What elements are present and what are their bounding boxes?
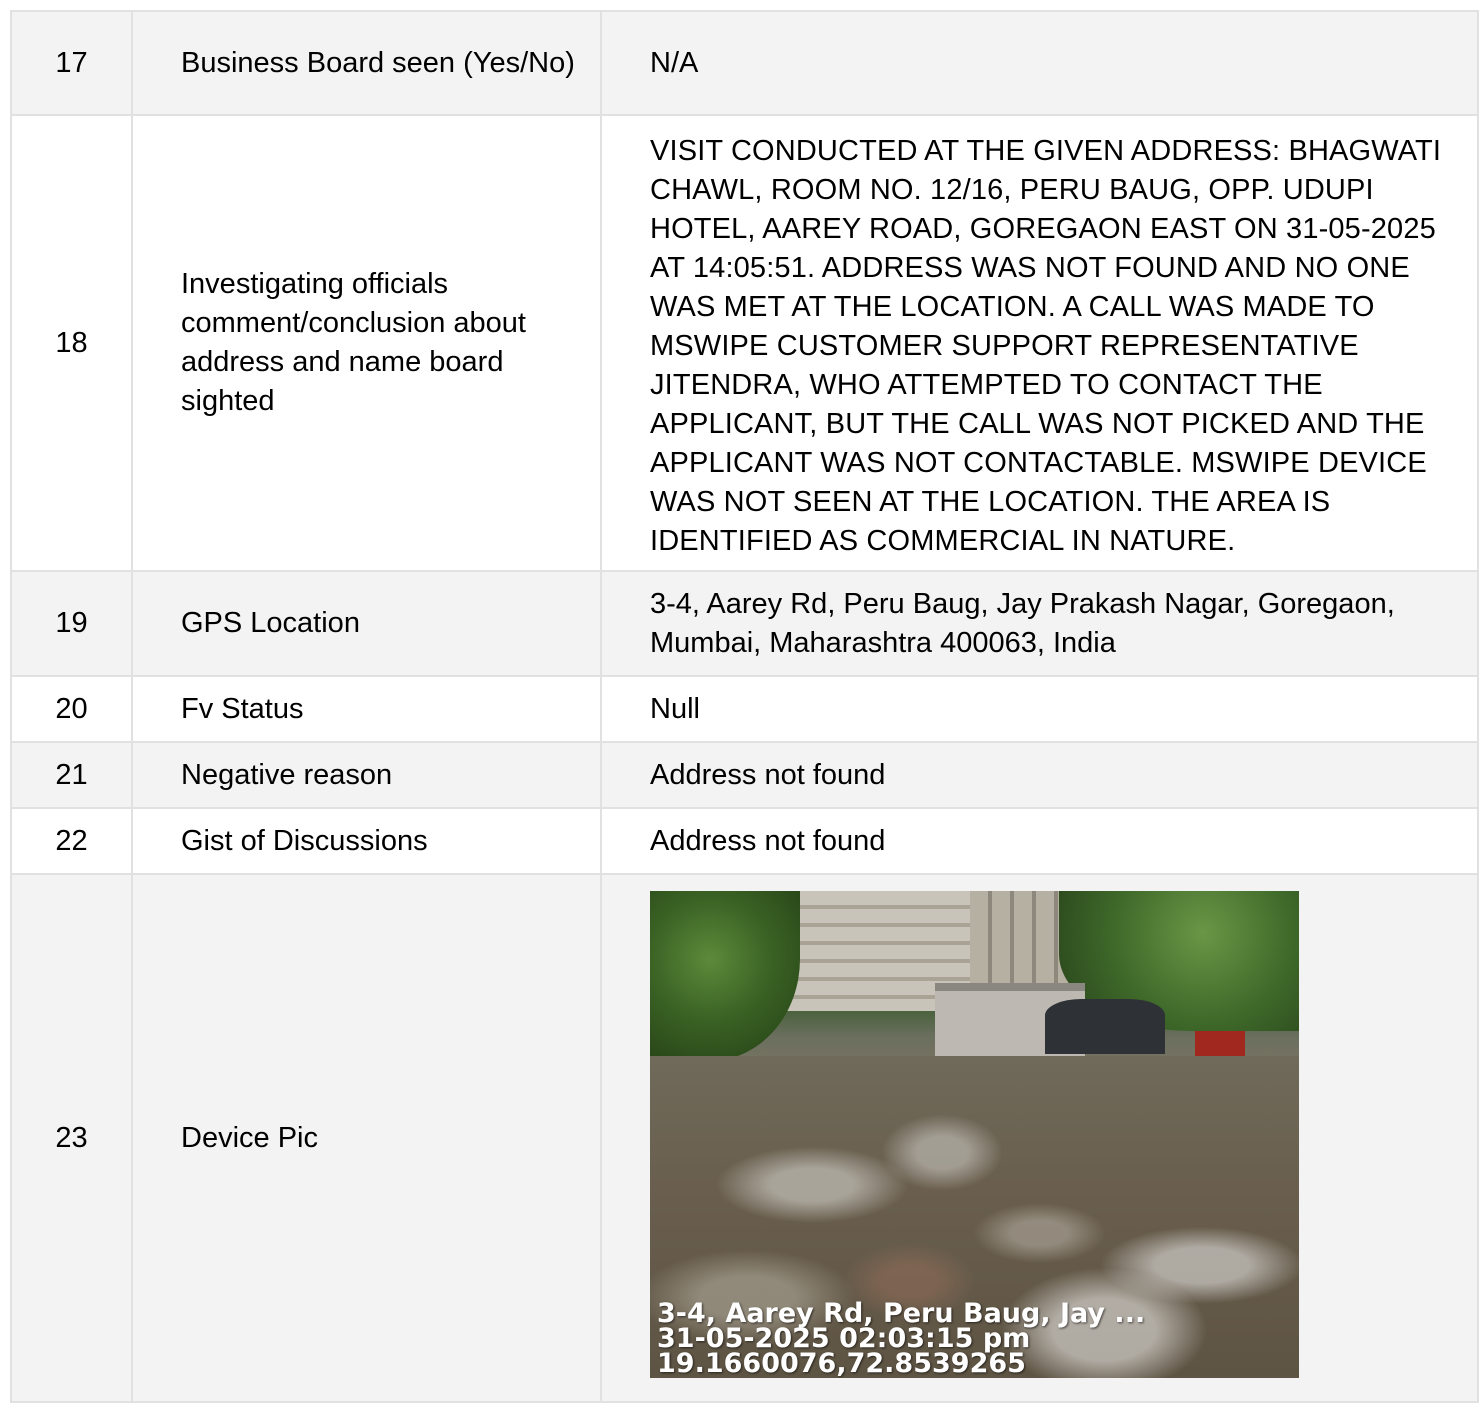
- row-value: N/A: [600, 10, 1479, 116]
- row-label: Business Board seen (Yes/No): [131, 10, 602, 116]
- table-row: 20 Fv Status Null: [10, 675, 1479, 743]
- photo-geotag-stamp: 3-4, Aarey Rd, Peru Baug, Jay ... 31-05-…: [657, 1300, 1145, 1378]
- row-value: Address not found: [600, 807, 1479, 875]
- device-photo: 3-4, Aarey Rd, Peru Baug, Jay ... 31-05-…: [650, 891, 1299, 1378]
- table-row: 19 GPS Location 3-4, Aarey Rd, Peru Baug…: [10, 570, 1479, 677]
- row-value: VISIT CONDUCTED AT THE GIVEN ADDRESS: BH…: [600, 114, 1479, 572]
- row-number: 17: [10, 10, 133, 116]
- row-value: 3-4, Aarey Rd, Peru Baug, Jay Prakash Na…: [600, 570, 1479, 677]
- report-table: 17 Business Board seen (Yes/No) N/A 18 I…: [10, 10, 1479, 1403]
- row-number: 22: [10, 807, 133, 875]
- table-row: 22 Gist of Discussions Address not found: [10, 807, 1479, 875]
- table-row: 23 Device Pic 3-4, Aarey Rd, Peru Baug, …: [10, 873, 1479, 1403]
- photo-tarp: [1045, 999, 1165, 1054]
- row-label: Negative reason: [131, 741, 602, 809]
- photo-tree: [650, 891, 800, 1061]
- row-number: 23: [10, 873, 133, 1403]
- row-value: Null: [600, 675, 1479, 743]
- row-label: Device Pic: [131, 873, 602, 1403]
- table-row: 18 Investigating officials comment/concl…: [10, 114, 1479, 572]
- stamp-coordinates: 19.1660076,72.8539265: [657, 1348, 1026, 1378]
- row-number: 18: [10, 114, 133, 572]
- row-label: Fv Status: [131, 675, 602, 743]
- row-number: 20: [10, 675, 133, 743]
- table-row: 21 Negative reason Address not found: [10, 741, 1479, 809]
- row-number: 21: [10, 741, 133, 809]
- row-label: Investigating officials comment/conclusi…: [131, 114, 602, 572]
- row-value: Address not found: [600, 741, 1479, 809]
- row-number: 19: [10, 570, 133, 677]
- row-label: Gist of Discussions: [131, 807, 602, 875]
- device-photo-cell: 3-4, Aarey Rd, Peru Baug, Jay ... 31-05-…: [600, 873, 1479, 1403]
- table-row: 17 Business Board seen (Yes/No) N/A: [10, 10, 1479, 116]
- row-label: GPS Location: [131, 570, 602, 677]
